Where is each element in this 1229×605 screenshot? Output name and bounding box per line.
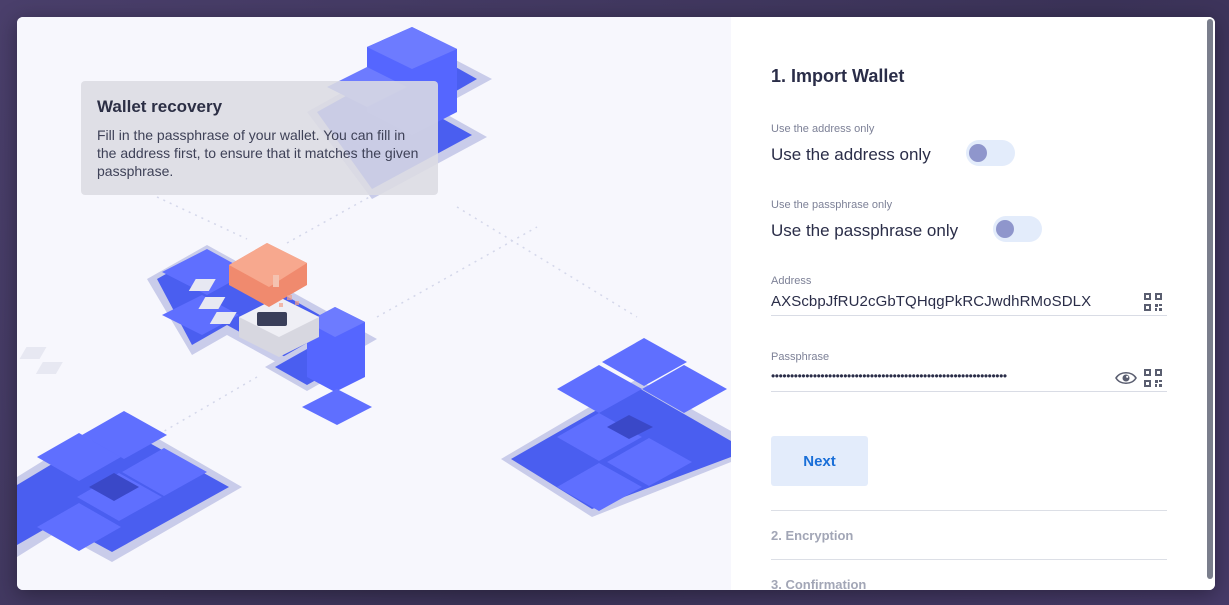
tooltip-body: Fill in the passphrase of your wallet. Y… bbox=[97, 127, 419, 179]
address-caption: Address bbox=[771, 275, 812, 287]
address-only-caption: Use the address only bbox=[771, 123, 875, 135]
qr-code-icon[interactable] bbox=[1144, 293, 1162, 316]
tooltip-title: Wallet recovery bbox=[97, 97, 223, 116]
address-only-toggle[interactable] bbox=[966, 140, 1015, 166]
toggle-knob bbox=[996, 220, 1014, 238]
wallet-recovery-tooltip: Wallet recovery Fill in the passphrase o… bbox=[81, 81, 438, 195]
toggle-knob bbox=[969, 144, 987, 162]
qr-code-icon[interactable] bbox=[1144, 369, 1162, 392]
divider bbox=[771, 510, 1167, 511]
divider bbox=[771, 559, 1167, 560]
eye-icon[interactable] bbox=[1115, 370, 1137, 391]
next-button[interactable]: Next bbox=[771, 436, 868, 486]
step-confirmation[interactable]: 3. Confirmation bbox=[771, 577, 866, 590]
address-input[interactable] bbox=[771, 291, 1111, 311]
passphrase-input[interactable]: ••••••••••••••••••••••••••••••••••••••••… bbox=[771, 369, 1115, 383]
address-field bbox=[771, 291, 1167, 316]
step-encryption[interactable]: 2. Encryption bbox=[771, 528, 853, 543]
app-window: Wallet recovery Fill in the passphrase o… bbox=[17, 17, 1215, 590]
passphrase-only-label: Use the passphrase only bbox=[771, 221, 959, 240]
passphrase-field[interactable]: ••••••••••••••••••••••••••••••••••••••••… bbox=[771, 367, 1167, 392]
address-only-label: Use the address only bbox=[771, 145, 931, 164]
tile-cluster-bottom-right bbox=[501, 338, 731, 517]
passphrase-only-toggle[interactable] bbox=[993, 216, 1042, 242]
passphrase-only-caption: Use the passphrase only bbox=[771, 199, 893, 211]
tile-cluster-bottom-left bbox=[17, 411, 242, 562]
step-title: 1. Import Wallet bbox=[771, 66, 905, 86]
scrollbar[interactable] bbox=[1207, 19, 1213, 579]
import-wallet-panel: 1. Import Wallet Use the address only Us… bbox=[731, 17, 1215, 590]
illustration-panel: Wallet recovery Fill in the passphrase o… bbox=[17, 17, 731, 590]
tile-cluster-middle bbox=[19, 243, 377, 425]
passphrase-caption: Passphrase bbox=[771, 351, 830, 363]
